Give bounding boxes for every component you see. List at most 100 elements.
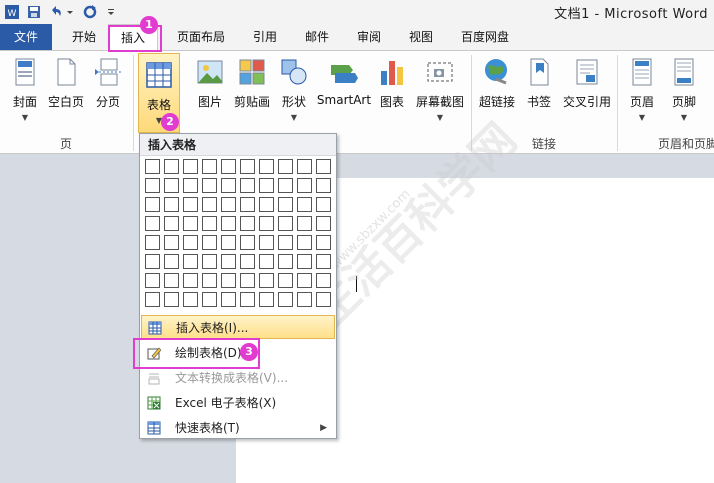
tab-view[interactable]: 视图 — [400, 24, 442, 50]
cover-page-button[interactable]: 封面 ▼ — [6, 51, 44, 131]
grid-cell[interactable] — [183, 216, 198, 231]
grid-cell[interactable] — [259, 197, 274, 212]
grid-cell[interactable] — [183, 292, 198, 307]
grid-cell[interactable] — [221, 159, 236, 174]
grid-cell[interactable] — [202, 273, 217, 288]
grid-cell[interactable] — [259, 273, 274, 288]
clip-art-button[interactable]: 剪贴画 — [232, 51, 272, 131]
grid-cell[interactable] — [278, 178, 293, 193]
grid-cell[interactable] — [240, 273, 255, 288]
grid-cell[interactable] — [164, 216, 179, 231]
menu-item-insert-table[interactable]: 插入表格(I)... — [141, 315, 335, 339]
grid-cell[interactable] — [316, 292, 331, 307]
grid-cell[interactable] — [278, 292, 293, 307]
grid-cell[interactable] — [278, 197, 293, 212]
grid-cell[interactable] — [240, 235, 255, 250]
grid-cell[interactable] — [316, 273, 331, 288]
redo-icon[interactable] — [82, 4, 98, 20]
grid-cell[interactable] — [316, 235, 331, 250]
grid-cell[interactable] — [297, 216, 312, 231]
grid-cell[interactable] — [145, 197, 160, 212]
grid-cell[interactable] — [297, 254, 312, 269]
customize-toolbar-icon[interactable] — [106, 4, 116, 20]
grid-cell[interactable] — [145, 292, 160, 307]
grid-cell[interactable] — [202, 178, 217, 193]
grid-cell[interactable] — [297, 159, 312, 174]
smartart-button[interactable]: SmartArt — [316, 51, 372, 131]
grid-cell[interactable] — [240, 197, 255, 212]
grid-cell[interactable] — [278, 159, 293, 174]
tab-home[interactable]: 开始 — [60, 24, 108, 50]
tab-mailings[interactable]: 邮件 — [296, 24, 338, 50]
grid-cell[interactable] — [278, 254, 293, 269]
grid-cell[interactable] — [202, 216, 217, 231]
word-app-icon[interactable]: W — [4, 4, 20, 20]
menu-item-quick-tables[interactable]: 快速表格(T) ▶ — [141, 416, 335, 440]
grid-cell[interactable] — [221, 292, 236, 307]
screenshot-button[interactable]: 屏幕截图 ▼ — [412, 51, 468, 131]
grid-cell[interactable] — [164, 254, 179, 269]
grid-cell[interactable] — [183, 178, 198, 193]
tab-file[interactable]: 文件 — [0, 24, 52, 50]
grid-cell[interactable] — [183, 273, 198, 288]
footer-button[interactable]: 页脚 ▼ — [664, 51, 704, 131]
menu-item-excel-spreadsheet[interactable]: Excel 电子表格(X) — [141, 391, 335, 415]
grid-cell[interactable] — [164, 159, 179, 174]
tab-references[interactable]: 引用 — [244, 24, 286, 50]
grid-cell[interactable] — [297, 178, 312, 193]
grid-cell[interactable] — [145, 235, 160, 250]
chart-button[interactable]: 图表 — [374, 51, 410, 131]
hyperlink-button[interactable]: 超链接 — [476, 51, 518, 131]
grid-cell[interactable] — [297, 235, 312, 250]
grid-cell[interactable] — [278, 216, 293, 231]
grid-cell[interactable] — [297, 292, 312, 307]
grid-cell[interactable] — [221, 273, 236, 288]
cross-reference-button[interactable]: 交叉引用 — [560, 51, 614, 131]
grid-cell[interactable] — [164, 178, 179, 193]
tab-review[interactable]: 审阅 — [348, 24, 390, 50]
grid-cell[interactable] — [240, 216, 255, 231]
grid-cell[interactable] — [297, 197, 312, 212]
grid-cell[interactable] — [183, 235, 198, 250]
grid-cell[interactable] — [316, 159, 331, 174]
grid-cell[interactable] — [221, 254, 236, 269]
picture-button[interactable]: 图片 — [190, 51, 230, 131]
grid-cell[interactable] — [259, 254, 274, 269]
grid-cell[interactable] — [259, 216, 274, 231]
grid-cell[interactable] — [202, 235, 217, 250]
grid-cell[interactable] — [316, 254, 331, 269]
grid-cell[interactable] — [183, 159, 198, 174]
grid-cell[interactable] — [259, 292, 274, 307]
grid-cell[interactable] — [164, 273, 179, 288]
grid-cell[interactable] — [259, 235, 274, 250]
grid-cell[interactable] — [145, 159, 160, 174]
tab-page-layout[interactable]: 页面布局 — [168, 24, 234, 50]
grid-cell[interactable] — [259, 178, 274, 193]
grid-cell[interactable] — [183, 254, 198, 269]
bookmark-button[interactable]: 书签 — [520, 51, 558, 131]
grid-cell[interactable] — [221, 178, 236, 193]
grid-cell[interactable] — [145, 273, 160, 288]
grid-cell[interactable] — [202, 292, 217, 307]
grid-cell[interactable] — [221, 235, 236, 250]
grid-cell[interactable] — [240, 178, 255, 193]
blank-page-button[interactable]: 空白页 — [46, 51, 86, 131]
grid-cell[interactable] — [164, 235, 179, 250]
grid-cell[interactable] — [278, 273, 293, 288]
grid-cell[interactable] — [183, 197, 198, 212]
header-button[interactable]: 页眉 ▼ — [622, 51, 662, 131]
grid-cell[interactable] — [240, 292, 255, 307]
undo-dropdown-icon[interactable] — [66, 4, 74, 20]
shapes-button[interactable]: 形状 ▼ — [276, 51, 312, 131]
grid-cell[interactable] — [221, 216, 236, 231]
grid-cell[interactable] — [164, 292, 179, 307]
grid-cell[interactable] — [259, 159, 274, 174]
save-icon[interactable] — [26, 4, 42, 20]
grid-cell[interactable] — [145, 216, 160, 231]
grid-cell[interactable] — [316, 216, 331, 231]
grid-cell[interactable] — [297, 273, 312, 288]
grid-cell[interactable] — [202, 197, 217, 212]
grid-cell[interactable] — [240, 254, 255, 269]
grid-cell[interactable] — [221, 197, 236, 212]
grid-cell[interactable] — [202, 254, 217, 269]
